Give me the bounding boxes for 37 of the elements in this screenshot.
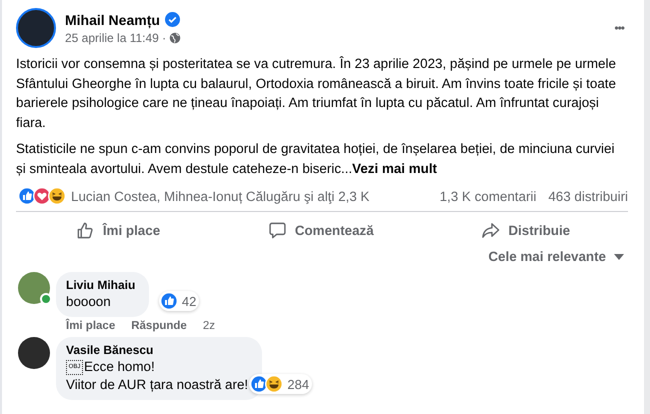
comment-action-button[interactable]: Comentează [258,216,384,245]
like-reaction-icon [250,375,268,393]
share-count[interactable]: 463 distribuiri [548,188,628,204]
comment-count[interactable]: 1,3 K comentarii [440,188,536,204]
thumbs-up-icon [76,221,95,240]
post-text: Statisticile ne spun c-am convins poporul de gravitatea hoției, de înșelarea beției, de minciuna curviei și sminteala avortului. Avem destule cateheze-n biseric...Vezi mai mult [16,140,616,178]
author-avatar[interactable] [16,8,56,48]
like-reaction-icon [160,292,178,310]
caret-icon [614,254,624,260]
reaction-badge[interactable]: 284 [249,374,312,394]
share-arrow-icon [481,221,500,240]
comment-text: Viitor de AUR țara noastră are! [66,376,248,394]
post-time[interactable]: 25 aprilie la 11:49 · [65,30,166,44]
author-name[interactable]: Mihail Neamțu [65,12,160,28]
comment-action-link[interactable]: Răspunde [131,320,187,332]
comment-text: boooon [66,293,111,311]
speech-bubble-icon [268,221,287,240]
commenter-name[interactable]: Liviu Mihaiu [66,278,136,292]
like-action-button[interactable]: Îmi place [66,216,170,245]
comment-text: Ecce homo! [84,358,155,376]
post-text: Istoricii vor consemna și posteritatea se va cutremura. În 23 aprilie 2023, pășind pe urmele pe urmele Sfântului Gheorghe în lupta cu balaurul, Ortodoxia românească a biruit. Am învins toate fricile și toate barierele psihologice care ne țineau înapoiați. Am triumfat în lupta cu păcatul. Am înfruntat curajoși fiara. [16,55,617,132]
commenter-name[interactable]: Vasile Bănescu [66,343,248,357]
share-action-button[interactable]: Distribuie [471,216,580,245]
commenter-avatar[interactable] [18,337,50,369]
globe-icon [169,32,182,44]
comment-action-link[interactable]: Îmi place [66,320,116,332]
comment-sort-dropdown[interactable]: Cele mai relevante [488,249,624,264]
heart-reaction-icon [33,187,51,205]
reaction-badge[interactable]: 42 [158,291,200,311]
reaction-names[interactable]: Lucian Costea, Mihnea-Ionuț Călugăru şi alţi 2,3 K [71,188,370,204]
verified-badge-icon [164,12,180,27]
see-more-link[interactable]: Vezi mai mult [352,160,438,176]
laughing-reaction-icon [48,187,66,205]
comment-time[interactable]: 2z [202,320,215,332]
more-options-button[interactable]: ••• [610,17,628,39]
laughing-reaction-icon [265,375,284,393]
like-reaction-icon [18,187,36,205]
